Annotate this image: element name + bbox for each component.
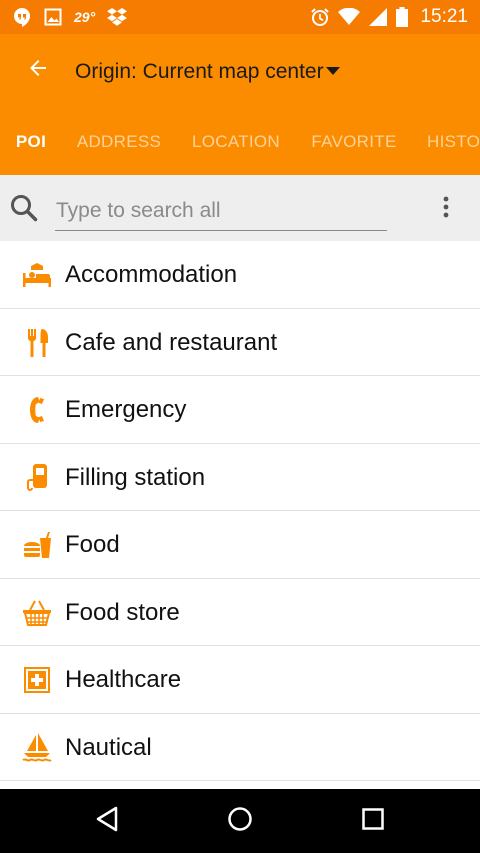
bed-icon: [22, 260, 52, 290]
list-item-emergency[interactable]: Emergency: [0, 376, 480, 444]
search-icon[interactable]: [6, 190, 42, 226]
list-item-nautical[interactable]: Nautical: [0, 714, 480, 781]
nav-recents-button[interactable]: [353, 801, 393, 841]
list-item-label: Nautical: [65, 733, 152, 761]
basket-icon: [22, 598, 52, 628]
phone-icon: [22, 395, 52, 425]
list-item-food[interactable]: Food: [0, 511, 480, 579]
arrow-back-icon: [26, 56, 50, 85]
caret-down-icon: [325, 63, 340, 81]
dropbox-icon: [107, 8, 128, 26]
home-nav-icon: [227, 806, 253, 837]
back-nav-icon: [95, 806, 119, 837]
more-vert-icon: [443, 196, 449, 223]
list-item-label: Emergency: [65, 396, 187, 423]
tab-poi[interactable]: POI: [0, 108, 62, 175]
list-item-label: Food store: [65, 598, 180, 626]
origin-selector[interactable]: Origin: Current map center: [75, 58, 340, 86]
nav-back-button[interactable]: [87, 801, 127, 841]
back-button[interactable]: [16, 48, 60, 92]
signal-icon: [368, 7, 388, 27]
tab-history[interactable]: HISTO: [416, 108, 480, 175]
list-item-accommodation[interactable]: Accommodation: [0, 241, 480, 309]
more-options-button[interactable]: [430, 193, 462, 225]
list-item-cafe-restaurant[interactable]: Cafe and restaurant: [0, 309, 480, 376]
toolbar: Origin: Current map center: [0, 34, 480, 108]
list-item-label: Cafe and restaurant: [65, 328, 278, 356]
tab-favorite[interactable]: FAVORITE: [300, 108, 408, 175]
medical-cross-icon: [22, 665, 52, 695]
nav-home-button[interactable]: [220, 801, 260, 841]
list-item-food-store[interactable]: Food store: [0, 579, 480, 646]
image-icon: [44, 8, 62, 26]
list-item-label: Accommodation: [65, 261, 238, 288]
category-list: Accommodation Cafe and restaurant Emerge…: [0, 241, 480, 789]
search-input[interactable]: [55, 193, 387, 231]
temperature-text: 29°: [74, 9, 96, 25]
tab-bar: POI ADDRESS LOCATION FAVORITE HISTO: [0, 108, 480, 175]
battery-icon: [396, 7, 409, 27]
list-item-healthcare[interactable]: Healthcare: [0, 646, 480, 714]
list-item-label: Healthcare: [65, 666, 182, 693]
navigation-bar: [0, 789, 480, 853]
tab-location[interactable]: LOCATION: [180, 108, 292, 175]
fork-knife-icon: [22, 328, 52, 358]
search-bar: [0, 175, 480, 241]
clock-time: 15:21: [420, 6, 468, 27]
sailboat-icon: [22, 732, 52, 763]
alarm-icon: [310, 7, 330, 27]
status-bar: 29° 15:21: [0, 0, 480, 34]
fuel-pump-icon: [22, 463, 52, 493]
list-item-filling-station[interactable]: Filling station: [0, 444, 480, 511]
list-item-label: Food: [65, 531, 120, 558]
wifi-icon: [338, 8, 361, 26]
fast-food-icon: [22, 530, 52, 560]
hangouts-icon: [12, 7, 32, 27]
origin-label: Origin: Current map center: [75, 60, 324, 83]
recents-nav-icon: [362, 807, 384, 835]
list-item-label: Filling station: [65, 463, 206, 491]
tab-address[interactable]: ADDRESS: [66, 108, 172, 175]
